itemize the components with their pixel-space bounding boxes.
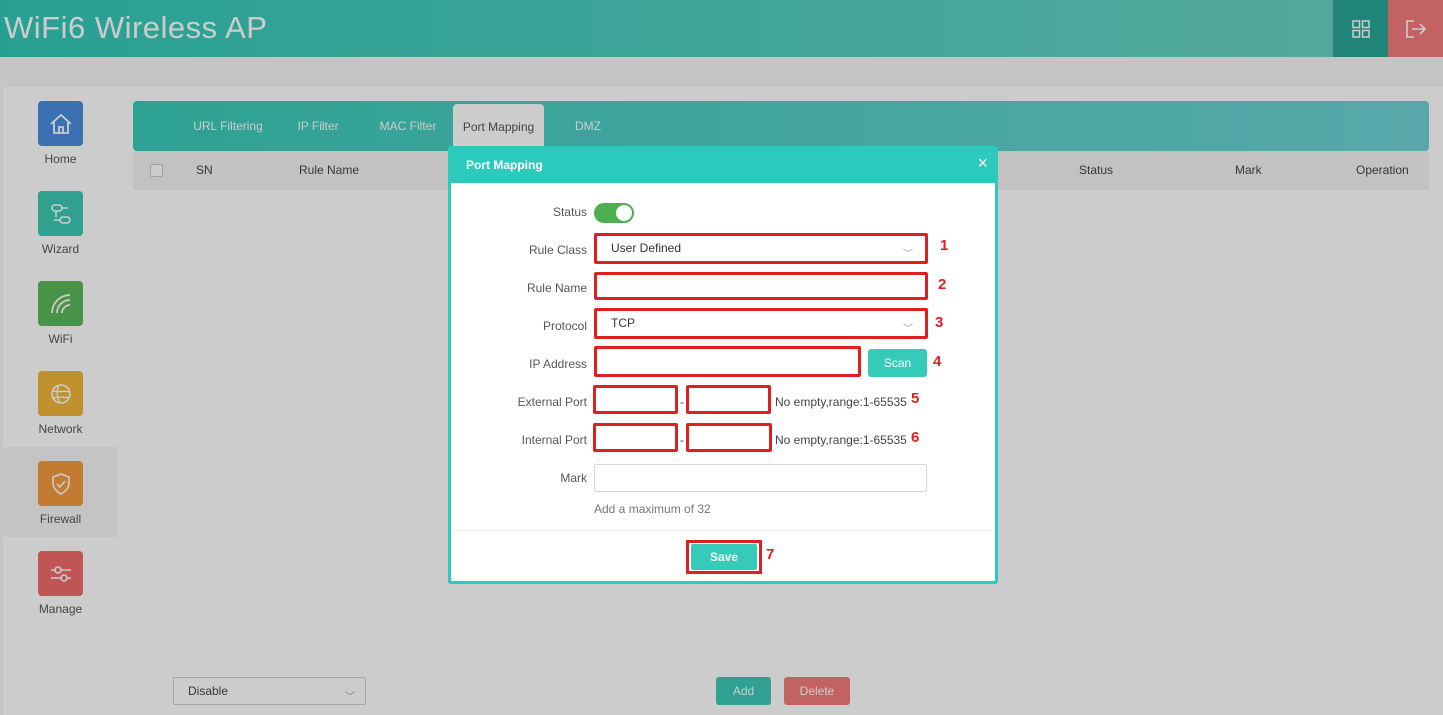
annotation-2: 2	[938, 276, 947, 293]
internal-port-end-input[interactable]	[686, 423, 772, 452]
close-icon[interactable]: ×	[977, 154, 988, 172]
status-toggle[interactable]	[594, 203, 634, 223]
external-port-label: External Port	[517, 395, 587, 409]
annotation-1: 1	[940, 237, 949, 254]
protocol-value: TCP	[611, 316, 635, 330]
mark-input[interactable]	[594, 464, 927, 492]
protocol-select[interactable]: TCP ﹀	[594, 308, 928, 339]
chevron-down-icon: ﹀	[903, 324, 913, 335]
modal-body: Status Rule Class User Defined ﹀ 1 Rule …	[451, 183, 995, 581]
port-range-dash: -	[680, 433, 684, 447]
modal-title: Port Mapping	[466, 158, 543, 172]
mark-label: Mark	[560, 471, 587, 485]
port-mapping-modal: Port Mapping × Status Rule Class User De…	[448, 146, 998, 584]
ip-address-label: IP Address	[529, 357, 587, 371]
modal-footer-divider	[451, 530, 995, 531]
status-label: Status	[552, 205, 587, 219]
save-highlight: Save	[686, 540, 762, 574]
port-range-dash: -	[680, 395, 684, 409]
ip-address-input[interactable]	[594, 346, 861, 377]
annotation-5: 5	[911, 390, 920, 407]
rule-name-input[interactable]	[594, 272, 928, 300]
chevron-down-icon: ﹀	[903, 249, 913, 260]
internal-port-hint: No empty,range:1-65535	[775, 433, 907, 447]
external-port-hint: No empty,range:1-65535	[775, 395, 907, 409]
external-port-start-input[interactable]	[593, 385, 678, 414]
toggle-knob	[616, 205, 632, 221]
rule-name-label: Rule Name	[526, 281, 587, 295]
rule-class-value: User Defined	[611, 241, 682, 255]
annotation-3: 3	[935, 314, 944, 331]
protocol-label: Protocol	[542, 319, 587, 333]
internal-port-start-input[interactable]	[593, 423, 678, 452]
modal-header: Port Mapping ×	[448, 146, 998, 183]
annotation-6: 6	[911, 429, 920, 446]
rule-class-label: Rule Class	[528, 243, 587, 257]
annotation-7: 7	[766, 546, 775, 563]
mark-hint: Add a maximum of 32	[594, 502, 711, 516]
save-button[interactable]: Save	[691, 544, 757, 570]
scan-button[interactable]: Scan	[868, 349, 927, 377]
internal-port-label: Internal Port	[521, 433, 587, 447]
external-port-end-input[interactable]	[686, 385, 771, 414]
rule-class-select[interactable]: User Defined ﹀	[594, 233, 928, 264]
annotation-4: 4	[933, 353, 942, 370]
